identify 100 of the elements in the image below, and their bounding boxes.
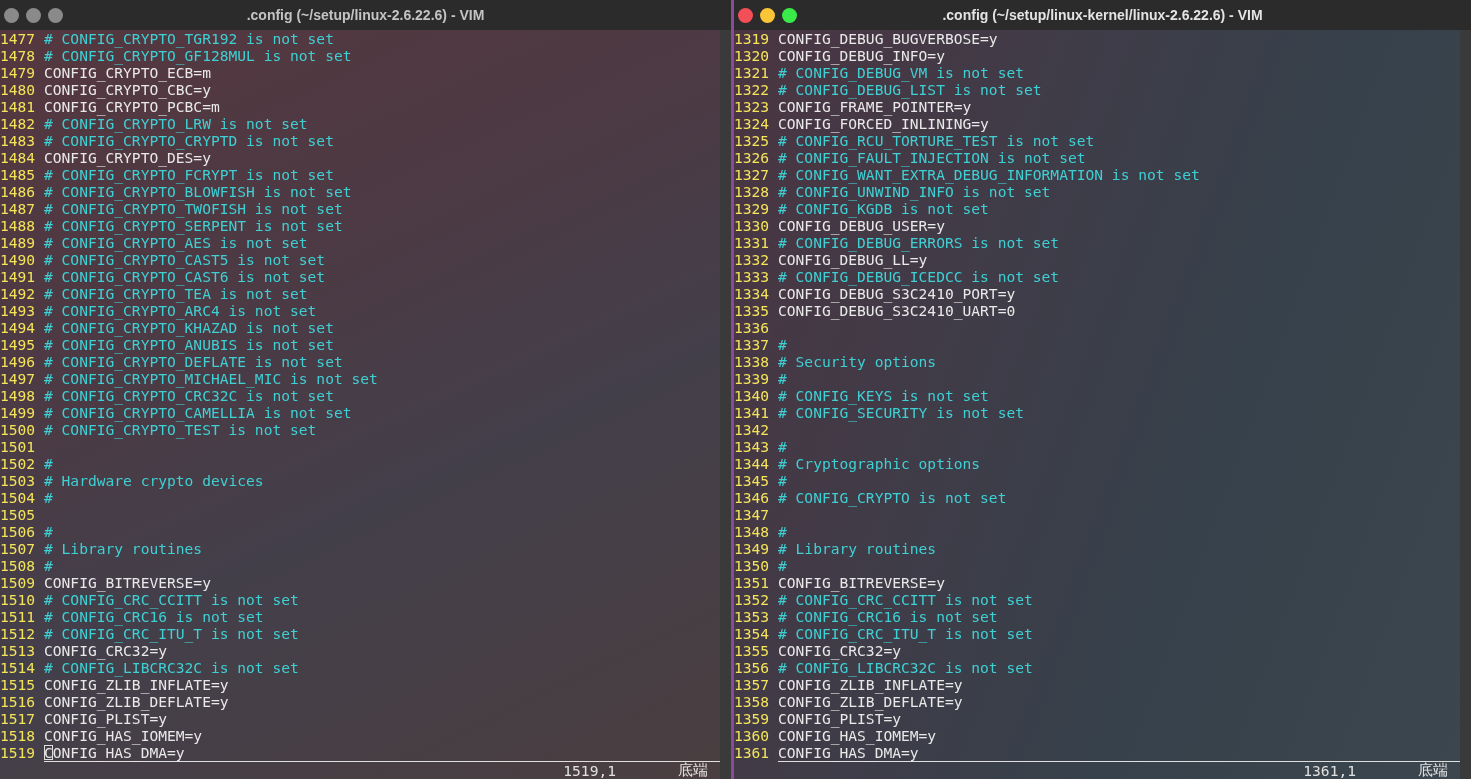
comment-line: # (778, 336, 787, 353)
comment-line: # CONFIG_CRYPTO_BLOWFISH is not set (44, 183, 352, 200)
comment-line: # CONFIG_CRYPTO is not set (778, 489, 1007, 506)
comment-line: # CONFIG_CRYPTO_GF128MUL is not set (44, 47, 352, 64)
line-number: 1503 (0, 472, 37, 489)
line-number: 1341 (734, 404, 771, 421)
code-line: CONFIG_BITREVERSE=y (778, 574, 945, 591)
code-line: CONFIG_ZLIB_INFLATE=y (778, 676, 963, 693)
line-number: 1342 (734, 421, 771, 438)
comment-line: # CONFIG_CRYPTO_LRW is not set (44, 115, 308, 132)
comment-line: # Library routines (44, 540, 203, 557)
code-line: CONFIG_DEBUG_S3C2410_UART=0 (778, 302, 1016, 319)
line-number: 1502 (0, 455, 37, 472)
line-number: 1351 (734, 574, 771, 591)
line-number: 1338 (734, 353, 771, 370)
line-number: 1352 (734, 591, 771, 608)
line-number: 1519 (0, 744, 37, 761)
code-line: CONFIG_DEBUG_S3C2410_PORT=y (778, 285, 1016, 302)
line-number: 1349 (734, 540, 771, 557)
line-number: 1481 (0, 98, 37, 115)
comment-line: # CONFIG_CRYPTO_ANUBIS is not set (44, 336, 334, 353)
comment-line: # (44, 455, 53, 472)
code-line: CONFIG_ZLIB_INFLATE=y (44, 676, 229, 693)
comment-line: # CONFIG_CRC_CCITT is not set (778, 591, 1033, 608)
line-number: 1350 (734, 557, 771, 574)
line-number: 1511 (0, 608, 37, 625)
code-line: CONFIG_FRAME_POINTER=y (778, 98, 972, 115)
code-line: CONFIG_DEBUG_LL=y (778, 251, 928, 268)
comment-line: # CONFIG_KGDB is not set (778, 200, 989, 217)
line-number: 1346 (734, 489, 771, 506)
comment-line: # CONFIG_DEBUG_LIST is not set (778, 81, 1042, 98)
line-number: 1498 (0, 387, 37, 404)
comment-line: # Library routines (778, 540, 937, 557)
comment-line: # CONFIG_DEBUG_ERRORS is not set (778, 234, 1060, 251)
comment-line: # CONFIG_CRYPTO_CRC32C is not set (44, 387, 334, 404)
line-number: 1361 (734, 744, 771, 761)
line-number: 1509 (0, 574, 37, 591)
line-number: 1330 (734, 217, 771, 234)
comment-line: # CONFIG_WANT_EXTRA_DEBUG_INFORMATION is not set (778, 166, 1200, 183)
comment-line: # (778, 438, 787, 455)
line-number: 1337 (734, 336, 771, 353)
code-line: CONFIG_CRC32=y (44, 642, 167, 659)
comment-line: # CONFIG_CRYPTO_TEA is not set (44, 285, 308, 302)
line-number: 1334 (734, 285, 771, 302)
line-number: 1339 (734, 370, 771, 387)
line-number: 1514 (0, 659, 37, 676)
line-number: 1517 (0, 710, 37, 727)
code-line: CONFIG_DEBUG_USER=y (778, 217, 945, 234)
comment-line: # (778, 557, 787, 574)
line-number: 1518 (0, 727, 37, 744)
line-number: 1359 (734, 710, 771, 727)
line-number: 1510 (0, 591, 37, 608)
close-button[interactable] (738, 7, 753, 23)
code-line: CONFIG_PLIST=y (44, 710, 167, 727)
line-number: 1328 (734, 183, 771, 200)
line-number: 1515 (0, 676, 37, 693)
comment-line: # CONFIG_RCU_TORTURE_TEST is not set (778, 132, 1095, 149)
code-line: CONFIG_FORCED_INLINING=y (778, 115, 989, 132)
comment-line: # CONFIG_CRYPTO_AES is not set (44, 234, 308, 251)
close-button[interactable] (4, 7, 19, 23)
line-number: 1516 (0, 693, 37, 710)
line-number: 1506 (0, 523, 37, 540)
window-title: .config (~/setup/linux-kernel/linux-2.6.22.6) - VIM (942, 7, 1263, 23)
line-number: 1332 (734, 251, 771, 268)
maximize-button[interactable] (782, 7, 797, 23)
comment-line: # Cryptographic options (778, 455, 981, 472)
line-number: 1480 (0, 81, 37, 98)
comment-line: # (778, 523, 787, 540)
line-number: 1335 (734, 302, 771, 319)
line-number: 1483 (0, 132, 37, 149)
line-number: 1356 (734, 659, 771, 676)
line-number: 1333 (734, 268, 771, 285)
code-line: CONFIG_DEBUG_BUGVERBOSE=y (778, 30, 998, 47)
line-number: 1486 (0, 183, 37, 200)
comment-line: # Hardware crypto devices (44, 472, 264, 489)
comment-line: # (778, 472, 787, 489)
line-number: 1501 (0, 438, 37, 455)
code-line: CONFIG_PLIST=y (778, 710, 901, 727)
line-number: 1487 (0, 200, 37, 217)
comment-line: # CONFIG_LIBCRC32C is not set (44, 659, 299, 676)
comment-line: # CONFIG_CRC_CCITT is not set (44, 591, 299, 608)
line-number: 1505 (0, 506, 37, 523)
scrollbar[interactable] (720, 30, 731, 779)
line-number: 1492 (0, 285, 37, 302)
line-number: 1344 (734, 455, 771, 472)
line-number: 1496 (0, 353, 37, 370)
code-line: CONFIG_BITREVERSE=y (44, 574, 211, 591)
maximize-button[interactable] (48, 7, 63, 23)
line-number: 1357 (734, 676, 771, 693)
comment-line: # Security options (778, 353, 937, 370)
line-number: 1343 (734, 438, 771, 455)
minimize-button[interactable] (26, 7, 41, 23)
minimize-button[interactable] (760, 7, 775, 23)
line-number: 1493 (0, 302, 37, 319)
comment-line: # CONFIG_CRC_ITU_T is not set (778, 625, 1033, 642)
line-number: 1488 (0, 217, 37, 234)
scrollbar[interactable] (1460, 30, 1471, 779)
comment-line: # CONFIG_CRYPTO_TWOFISH is not set (44, 200, 343, 217)
line-number: 1494 (0, 319, 37, 336)
code-line: CONFIG_CRYPTO_ECB=m (44, 64, 211, 81)
